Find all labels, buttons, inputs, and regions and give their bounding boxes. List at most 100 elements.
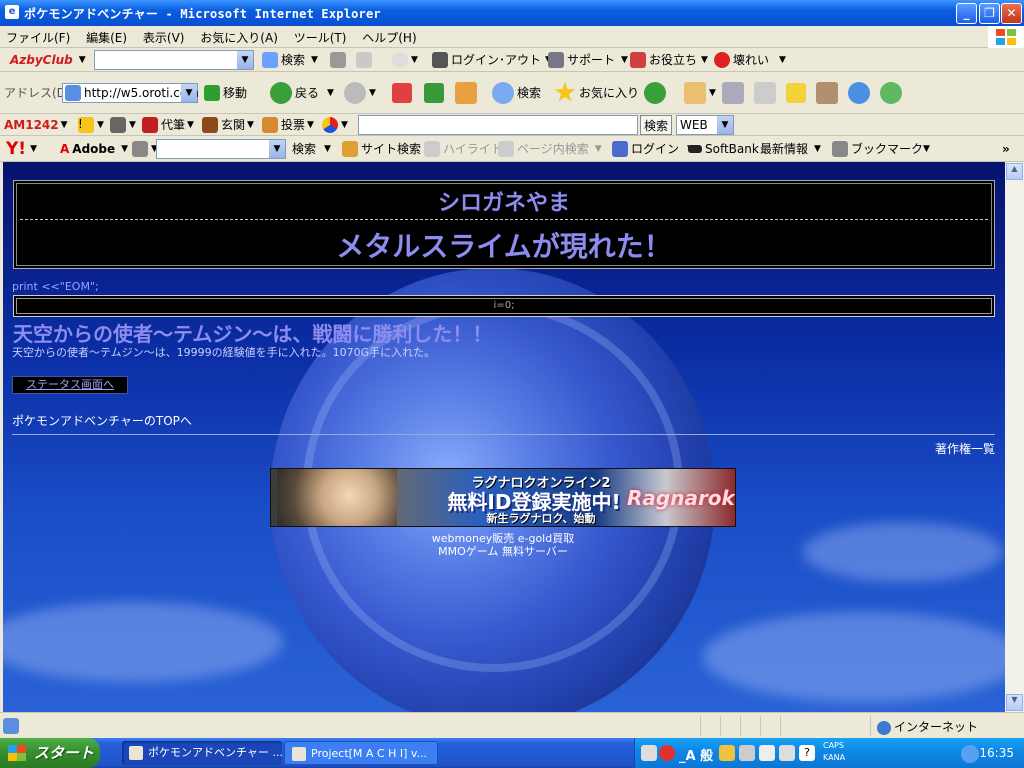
go-button[interactable]: 移動 (204, 72, 247, 113)
taskbar: スタート ポケモンアドベンチャー ... Project[M A C H I] … (0, 738, 1024, 768)
status-seg (700, 716, 720, 736)
highlight-button[interactable]: ハイライト (424, 136, 503, 161)
menu-file[interactable]: ファイル(F) (0, 26, 76, 49)
victory-message: 天空からの使者〜テムジン〜は、戦闘に勝利した！！ (13, 322, 493, 346)
home-icon (455, 81, 477, 104)
stop-button[interactable] (392, 72, 415, 113)
ragnarok-ad-banner[interactable]: ラグナロクオンライン2 無料ID登録実施中! 新生ラグナロク、始動 Ragnar… (270, 468, 736, 527)
bulb-icon[interactable]: ▼ (392, 48, 418, 71)
notes-button[interactable] (786, 72, 809, 113)
forward-button[interactable]: ▼ (344, 72, 376, 113)
banner-subtitle: 新生ラグナロク、始動 (486, 512, 596, 525)
task-project[interactable]: Project[M A C H I] v... (284, 741, 438, 765)
azby-search-button[interactable]: 検索 ▼ (262, 48, 318, 71)
search-icon (492, 81, 514, 104)
azbyclub-logo[interactable]: AzbyClub ▼ (10, 48, 86, 71)
globe-zone-icon (877, 720, 891, 735)
bookmark-button[interactable]: ブックマーク ▼ (832, 136, 930, 161)
menu-tools[interactable]: ツール(T) (288, 26, 353, 49)
yahoo-login-button[interactable]: ログイン▼ (612, 136, 694, 161)
status-seg (720, 716, 740, 736)
am1242-logo[interactable]: AM1242 ▼ (4, 114, 68, 135)
yahoo-search-button[interactable]: 検索 ▼ (292, 136, 331, 161)
research-button[interactable] (816, 72, 841, 113)
start-button[interactable]: スタート (0, 738, 100, 768)
ragnarok-logo: Ragnarok II (627, 486, 735, 510)
globe-icon (848, 81, 870, 104)
yahoo-search-input[interactable]: ▼ (156, 139, 286, 159)
favorites-button[interactable]: お気に入り (554, 72, 639, 113)
azby-useful-button[interactable]: お役立ち ▼ (630, 48, 708, 71)
messenger-icon (880, 81, 902, 104)
am-search-button[interactable]: 検索 (640, 115, 673, 135)
back-button[interactable]: 戻る ▼ (270, 72, 334, 113)
page-icon[interactable] (356, 48, 375, 71)
scroll-down-icon[interactable]: ▼ (1006, 694, 1023, 711)
genkan-button[interactable]: 玄関 ▼ (202, 114, 254, 135)
battle-message-box: シロガネやま メタルスライムが現れた！ (13, 180, 995, 269)
yahoo-toolbar: Y! ▼ A Adobe ▼ ▼ ▼ 検索 ▼ サイト検索 ハイライト ページ内検索 ▼ … (0, 136, 1024, 162)
page-status-icon (3, 718, 19, 734)
vote-button[interactable]: 投票 ▼ (262, 114, 314, 135)
yahoo-logo[interactable]: Y! ▼ (6, 136, 37, 161)
counter-box: i=0; (13, 295, 995, 317)
azbyclub-toolbar: AzbyClub▼ ▼ 検索▼ ▼ ログイン･アウト▼ サポート▼ お役立ち▼ … (0, 48, 1024, 72)
softbank-button[interactable]: SoftBank (688, 136, 759, 161)
ime-prop-icon (779, 745, 795, 761)
menu-bar: ファイル(F) 編集(E) 表示(V) お気に入り(A) ツール(T) ヘルプ(… (0, 26, 1024, 48)
am-search-input[interactable] (358, 115, 638, 135)
ime-mode[interactable]: _A 般 (679, 745, 713, 764)
edit-button[interactable] (754, 72, 779, 113)
mail-icon (684, 81, 706, 104)
keyboard-icon (641, 745, 657, 761)
page-search-button[interactable]: ページ内検索 ▼ (498, 136, 602, 161)
site-search-button[interactable]: サイト検索 (342, 136, 421, 161)
status-seg (740, 716, 760, 736)
refresh-button[interactable] (424, 72, 447, 113)
mail-button[interactable]: ▼ (684, 72, 716, 113)
vertical-scrollbar[interactable]: ▲ ▼ (1005, 162, 1024, 712)
ime-dict-icon (759, 745, 775, 761)
ime-tool-icon (719, 745, 735, 761)
pen-icon[interactable] (330, 48, 349, 71)
status-screen-button[interactable]: ステータス画面へ (12, 376, 128, 394)
task-pokemon[interactable]: ポケモンアドベンチャー ... (122, 741, 282, 765)
home-button[interactable] (455, 72, 480, 113)
messenger-button[interactable] (880, 72, 905, 113)
daihitsu-button[interactable]: 代筆 ▼ (142, 114, 194, 135)
scroll-up-icon[interactable]: ▲ (1006, 163, 1023, 180)
ad-link-line-2[interactable]: MMOゲーム 無料サーバー (270, 543, 736, 559)
azby-support-button[interactable]: サポート ▼ (548, 48, 628, 71)
toolbar-overflow-icon[interactable]: » (1002, 136, 1010, 161)
menu-help[interactable]: ヘルプ(H) (356, 26, 422, 49)
print-button[interactable] (722, 72, 747, 113)
chart-icon[interactable]: ▼ (322, 114, 348, 135)
status-bar: インターネット (0, 712, 1024, 738)
clock: 16:35 (979, 746, 1014, 760)
web-select[interactable]: WEB ▼ (676, 115, 734, 135)
restore-button[interactable]: ❐ (979, 3, 1000, 24)
title-bar: e ポケモンアドベンチャー - Microsoft Internet Explo… (0, 0, 1024, 26)
tray-expand-icon[interactable] (961, 745, 979, 763)
minimize-button[interactable]: _ (956, 3, 977, 24)
ie-page-icon (65, 85, 81, 101)
globe-button[interactable] (848, 72, 873, 113)
adobe-button[interactable]: A Adobe ▼ (60, 136, 128, 161)
copyright-link[interactable]: 著作権一覧 (935, 440, 995, 457)
history-button[interactable] (644, 72, 669, 113)
close-button[interactable]: ✕ (1001, 3, 1022, 24)
pen-menu-icon[interactable]: ▼ (132, 136, 158, 161)
menu-view[interactable]: 表示(V) (137, 26, 191, 49)
news-button[interactable]: 最新情報 ▼ (760, 136, 821, 161)
top-page-link[interactable]: ポケモンアドベンチャーのTOPへ (12, 412, 192, 429)
menu-edit[interactable]: 編集(E) (80, 26, 133, 49)
monitor-icon[interactable]: ▼ (110, 114, 136, 135)
azby-broken-button[interactable]: 壊れい ▼ (714, 48, 786, 71)
azby-search-box[interactable]: ▼ (94, 50, 254, 70)
alert-icon[interactable]: ! ▼ (78, 114, 104, 135)
search-button[interactable]: 検索 (492, 72, 541, 113)
azby-login-button[interactable]: ログイン･アウト▼ (432, 48, 552, 71)
address-bar[interactable]: http://w5.oroti.com ▼ (62, 83, 199, 103)
menu-favorites[interactable]: お気に入り(A) (194, 26, 284, 49)
caps-indicator: CAPS (823, 741, 844, 750)
